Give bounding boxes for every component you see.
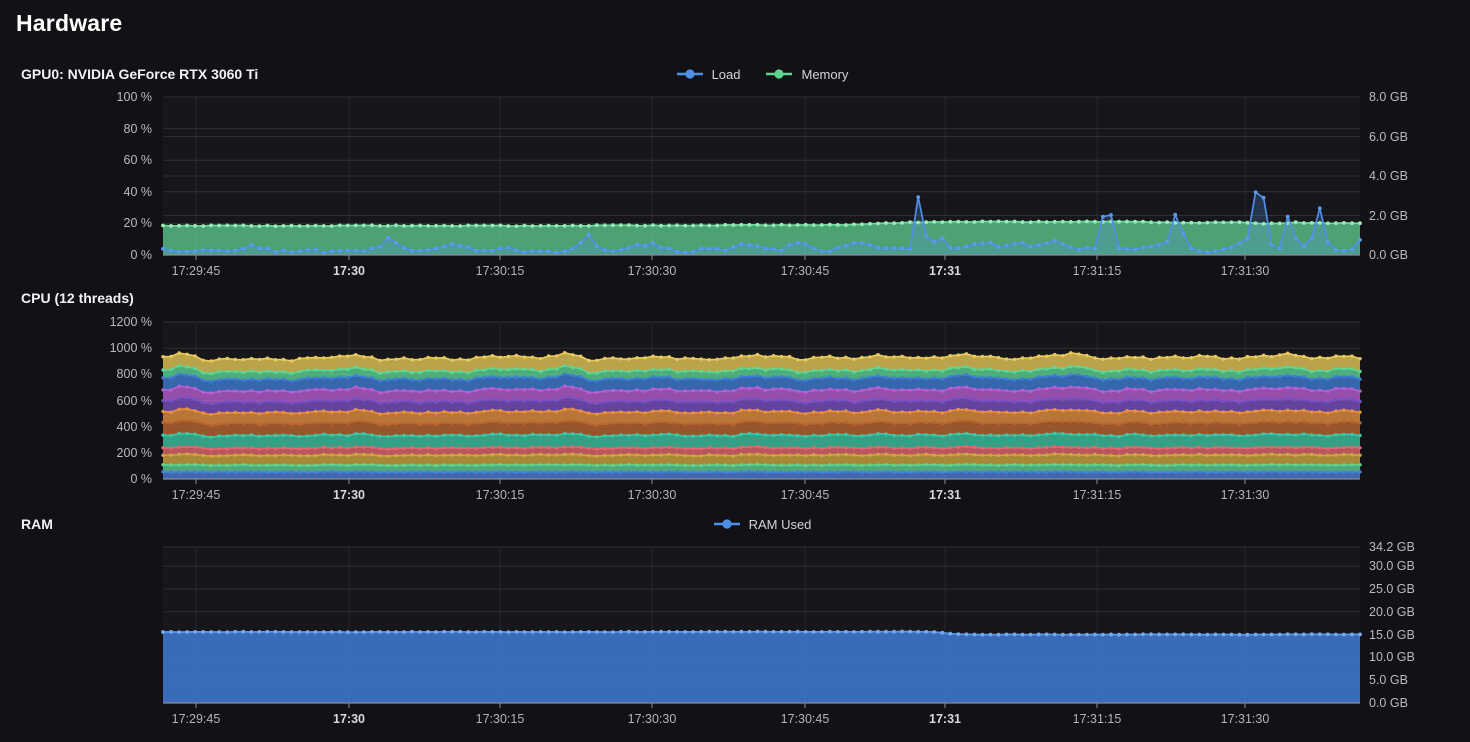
ram-y-axis-label-right: 0.0 GB: [1369, 695, 1408, 711]
ram-x-axis-label: 17:30:15: [455, 712, 545, 726]
legend-item-load[interactable]: Load: [675, 67, 741, 82]
gpu-x-axis-label: 17:30:15: [455, 264, 545, 278]
gpu-chart[interactable]: [163, 97, 1360, 261]
legend-series-marker-icon: [675, 68, 705, 80]
gpu-y-axis-label-right: 2.0 GB: [1369, 208, 1408, 224]
ram-y-axis-label-right: 25.0 GB: [1369, 581, 1415, 597]
cpu-y-axis-label: 0 %: [0, 471, 152, 487]
ram-x-axis-label: 17:31:30: [1200, 712, 1290, 726]
ram-x-axis-label: 17:31: [900, 712, 990, 726]
gpu-y-axis-label-right: 8.0 GB: [1369, 89, 1408, 105]
page-title: Hardware: [16, 10, 122, 37]
ram-y-axis-label-right: 30.0 GB: [1369, 558, 1415, 574]
cpu-x-axis-label: 17:30:45: [760, 488, 850, 502]
cpu-x-axis-label: 17:30: [304, 488, 394, 502]
ram-x-axis-label: 17:30: [304, 712, 394, 726]
gpu-legend: Load Memory: [163, 64, 1360, 84]
cpu-section-title: CPU (12 threads): [21, 290, 134, 306]
cpu-plot[interactable]: [163, 322, 1360, 485]
gpu-x-axis-label: 17:29:45: [151, 264, 241, 278]
gpu-y-axis-label-right: 0.0 GB: [1369, 247, 1408, 263]
legend-item-memory[interactable]: Memory: [764, 67, 848, 82]
ram-chart[interactable]: [163, 547, 1360, 709]
ram-x-axis-label: 17:30:30: [607, 712, 697, 726]
gpu-y-axis-label: 60 %: [0, 152, 152, 168]
gpu-plot[interactable]: [163, 97, 1360, 261]
legend-series-marker-icon: [712, 518, 742, 530]
gpu-x-axis-label: 17:30:30: [607, 264, 697, 278]
gpu-y-axis-label: 20 %: [0, 215, 152, 231]
legend-label: Load: [712, 67, 741, 82]
cpu-x-axis-label: 17:31:30: [1200, 488, 1290, 502]
cpu-y-axis-label: 600 %: [0, 393, 152, 409]
legend-series-marker-icon: [764, 68, 794, 80]
cpu-y-axis-label: 800 %: [0, 366, 152, 382]
ram-x-axis-label: 17:31:15: [1052, 712, 1142, 726]
gpu-x-axis-label: 17:30:45: [760, 264, 850, 278]
cpu-y-axis-label: 400 %: [0, 419, 152, 435]
gpu-y-axis-label: 100 %: [0, 89, 152, 105]
cpu-x-axis-label: 17:29:45: [151, 488, 241, 502]
ram-y-axis-label-right: 34.2 GB: [1369, 539, 1415, 555]
cpu-chart[interactable]: [163, 322, 1360, 485]
gpu-x-axis-label: 17:31:30: [1200, 264, 1290, 278]
ram-y-axis-label-right: 20.0 GB: [1369, 604, 1415, 620]
cpu-y-axis-label: 200 %: [0, 445, 152, 461]
gpu-y-axis-label-right: 4.0 GB: [1369, 168, 1408, 184]
gpu-x-axis-label: 17:30: [304, 264, 394, 278]
cpu-x-axis-label: 17:30:30: [607, 488, 697, 502]
ram-y-axis-label-right: 10.0 GB: [1369, 649, 1415, 665]
legend-label: Memory: [801, 67, 848, 82]
cpu-x-axis-label: 17:31: [900, 488, 990, 502]
ram-x-axis-label: 17:30:45: [760, 712, 850, 726]
gpu-y-axis-label: 80 %: [0, 121, 152, 137]
ram-y-axis-label-right: 5.0 GB: [1369, 672, 1408, 688]
cpu-x-axis-label: 17:30:15: [455, 488, 545, 502]
ram-x-axis-label: 17:29:45: [151, 712, 241, 726]
legend-label: RAM Used: [749, 517, 812, 532]
gpu-y-axis-label-right: 6.0 GB: [1369, 129, 1408, 145]
ram-plot[interactable]: [163, 547, 1360, 709]
ram-section-title: RAM: [21, 516, 53, 532]
gpu-y-axis-label: 40 %: [0, 184, 152, 200]
ram-legend: RAM Used: [163, 514, 1360, 534]
cpu-y-axis-label: 1000 %: [0, 340, 152, 356]
gpu-x-axis-label: 17:31: [900, 264, 990, 278]
cpu-x-axis-label: 17:31:15: [1052, 488, 1142, 502]
gpu-y-axis-label: 0 %: [0, 247, 152, 263]
gpu-x-axis-label: 17:31:15: [1052, 264, 1142, 278]
ram-y-axis-label-right: 15.0 GB: [1369, 627, 1415, 643]
cpu-y-axis-label: 1200 %: [0, 314, 152, 330]
legend-item-ram-used[interactable]: RAM Used: [712, 517, 812, 532]
